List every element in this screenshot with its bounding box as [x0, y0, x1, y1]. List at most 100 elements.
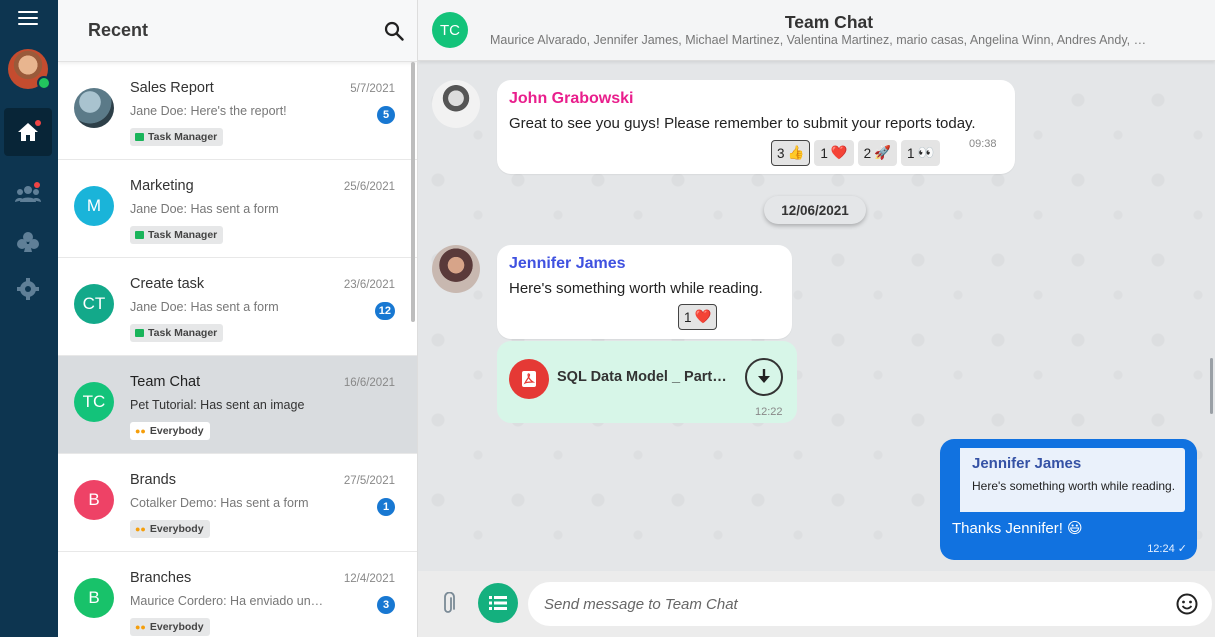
chat-tag-label: Task Manager — [148, 229, 218, 241]
reaction-thumbs-up[interactable]: 3 👍 — [771, 140, 811, 166]
paperclip-icon — [444, 592, 455, 613]
templates-button[interactable] — [478, 583, 518, 623]
message-time: 12:24 ✓ — [1147, 543, 1187, 555]
message-bubble[interactable]: John Grabowski Great to see you guys! Pl… — [497, 80, 1015, 174]
emoji-button[interactable] — [1176, 593, 1198, 615]
heart-icon: ❤️ — [694, 309, 712, 324]
nav-clubs[interactable] — [14, 228, 42, 256]
rocket-icon: 🚀 — [874, 145, 891, 160]
chat-tag-label: Task Manager — [148, 131, 218, 143]
message-time: 09:38 — [969, 138, 997, 150]
quoted-text: Here's something worth while reading. — [972, 479, 1176, 493]
chat-name: Create task — [130, 276, 205, 292]
chat-date: 27/5/2021 — [343, 475, 395, 487]
chat-name: Marketing — [130, 178, 194, 194]
chat-preview: Jane Doe: Has sent a form — [130, 300, 279, 314]
chat-name: Sales Report — [130, 80, 214, 96]
message-text: Great to see you guys! Please remember t… — [509, 115, 976, 132]
chat-preview: Cotalker Demo: Has sent a form — [130, 496, 309, 510]
settings-icon — [17, 278, 39, 300]
outgoing-message-bubble[interactable]: Jennifer James Here's something worth wh… — [940, 439, 1197, 560]
contacts-notification-dot — [34, 182, 40, 188]
search-button[interactable] — [381, 18, 407, 44]
people-icon: ●● — [135, 524, 146, 534]
reaction-heart[interactable]: 1 ❤️ — [814, 140, 854, 166]
quoted-message[interactable]: Jennifer James Here's something worth wh… — [956, 448, 1185, 512]
chat-name: Brands — [130, 472, 176, 488]
chat-list-panel: Recent Sales Report 5/7/2021 Jane Doe: H… — [58, 0, 418, 637]
unread-badge: 12 — [374, 302, 395, 320]
heart-icon: ❤️ — [830, 145, 848, 160]
chat-tag-label: Everybody — [149, 621, 204, 633]
chat-name: Team Chat — [130, 374, 201, 390]
clubs-icon — [17, 232, 39, 252]
download-icon — [758, 369, 770, 383]
chat-tag: ●● Everybody — [130, 520, 210, 538]
chat-item-branches[interactable]: B Branches 12/4/2021 Maurice Cordero: Ha… — [58, 552, 417, 637]
reaction-count: 2 — [863, 145, 872, 161]
home-notification-dot — [35, 120, 41, 126]
chat-tag: Task Manager — [130, 226, 224, 244]
reaction-count: 3 — [777, 145, 785, 161]
briefcase-icon — [135, 133, 144, 141]
reaction-count: 1 — [820, 145, 828, 161]
chat-date: 5/7/2021 — [350, 83, 395, 95]
reaction-count: 1 — [906, 145, 915, 161]
search-icon — [384, 21, 404, 41]
chat-tag-label: Everybody — [149, 425, 204, 437]
file-name[interactable]: SQL Data Model _ Part… — [557, 369, 732, 385]
reaction-eyes[interactable]: 1 👀 — [900, 140, 941, 166]
chat-tag: ●● Everybody — [130, 618, 210, 636]
nav-settings[interactable] — [14, 275, 42, 303]
chat-item-sales-report[interactable]: Sales Report 5/7/2021 Jane Doe: Here's t… — [58, 62, 417, 160]
online-status-indicator — [37, 76, 51, 90]
chat-date: 16/6/2021 — [343, 377, 395, 389]
chat-avatar: TC — [74, 382, 114, 422]
thumbs-up-icon: 👍 — [787, 145, 805, 160]
quoted-sender: Jennifer James — [972, 455, 1082, 472]
reactions-row: 1 ❤️ — [678, 304, 718, 330]
conversation-panel: TC Team Chat Maurice Alvarado, Jennifer … — [418, 0, 1215, 637]
attach-button[interactable] — [438, 592, 458, 616]
chat-name: Branches — [130, 570, 192, 586]
people-icon: ●● — [135, 622, 146, 632]
chat-list-header: Recent — [58, 0, 417, 62]
conversation-members[interactable]: Maurice Alvarado, Jennifer James, Michae… — [490, 33, 1170, 47]
unread-badge: 1 — [377, 498, 395, 516]
file-attachment[interactable]: SQL Data Model _ Part… 12:22 — [497, 341, 797, 423]
message-input[interactable] — [528, 582, 1212, 626]
chat-list: Sales Report 5/7/2021 Jane Doe: Here's t… — [58, 62, 417, 637]
reaction-heart[interactable]: 1 ❤️ — [678, 304, 718, 330]
nav-home[interactable] — [4, 108, 52, 156]
chat-tag: Task Manager — [130, 128, 224, 146]
chat-preview: Pet Tutorial: Has sent an image — [130, 398, 305, 412]
date-separator: 12/06/2021 — [764, 196, 866, 224]
reaction-count: 1 — [684, 309, 692, 325]
message-bubble[interactable]: Jennifer James Here's something worth wh… — [497, 245, 792, 339]
conversation-scrollbar[interactable] — [1210, 358, 1213, 414]
chat-item-marketing[interactable]: M Marketing 25/6/2021 Jane Doe: Has sent… — [58, 160, 417, 258]
people-icon: ●● — [135, 426, 146, 436]
left-rail — [0, 0, 58, 637]
sender-name: Jennifer James — [509, 255, 626, 272]
chat-tag: ●● Everybody — [130, 422, 210, 440]
list-icon — [489, 596, 507, 610]
message-text: Here's something worth while reading. — [509, 280, 763, 297]
reaction-rocket[interactable]: 2 🚀 — [857, 140, 897, 166]
chat-avatar — [74, 88, 114, 128]
chat-item-team-chat[interactable]: TC Team Chat 16/6/2021 Pet Tutorial: Has… — [58, 356, 417, 454]
sender-avatar[interactable] — [432, 80, 480, 128]
chat-tag-label: Everybody — [149, 523, 204, 535]
chat-tag-label: Task Manager — [148, 327, 218, 339]
download-button[interactable] — [745, 358, 783, 396]
unread-badge: 3 — [377, 596, 395, 614]
chat-date: 25/6/2021 — [343, 181, 395, 193]
chat-item-brands[interactable]: B Brands 27/5/2021 Cotalker Demo: Has se… — [58, 454, 417, 552]
chat-list-scrollbar[interactable] — [411, 62, 415, 322]
sender-avatar[interactable] — [432, 245, 480, 293]
chat-item-create-task[interactable]: CT Create task 23/6/2021 Jane Doe: Has s… — [58, 258, 417, 356]
chat-avatar: B — [74, 480, 114, 520]
conversation-title[interactable]: Team Chat — [418, 12, 1215, 33]
sender-name: John Grabowski — [509, 90, 634, 107]
menu-icon[interactable] — [18, 11, 38, 25]
